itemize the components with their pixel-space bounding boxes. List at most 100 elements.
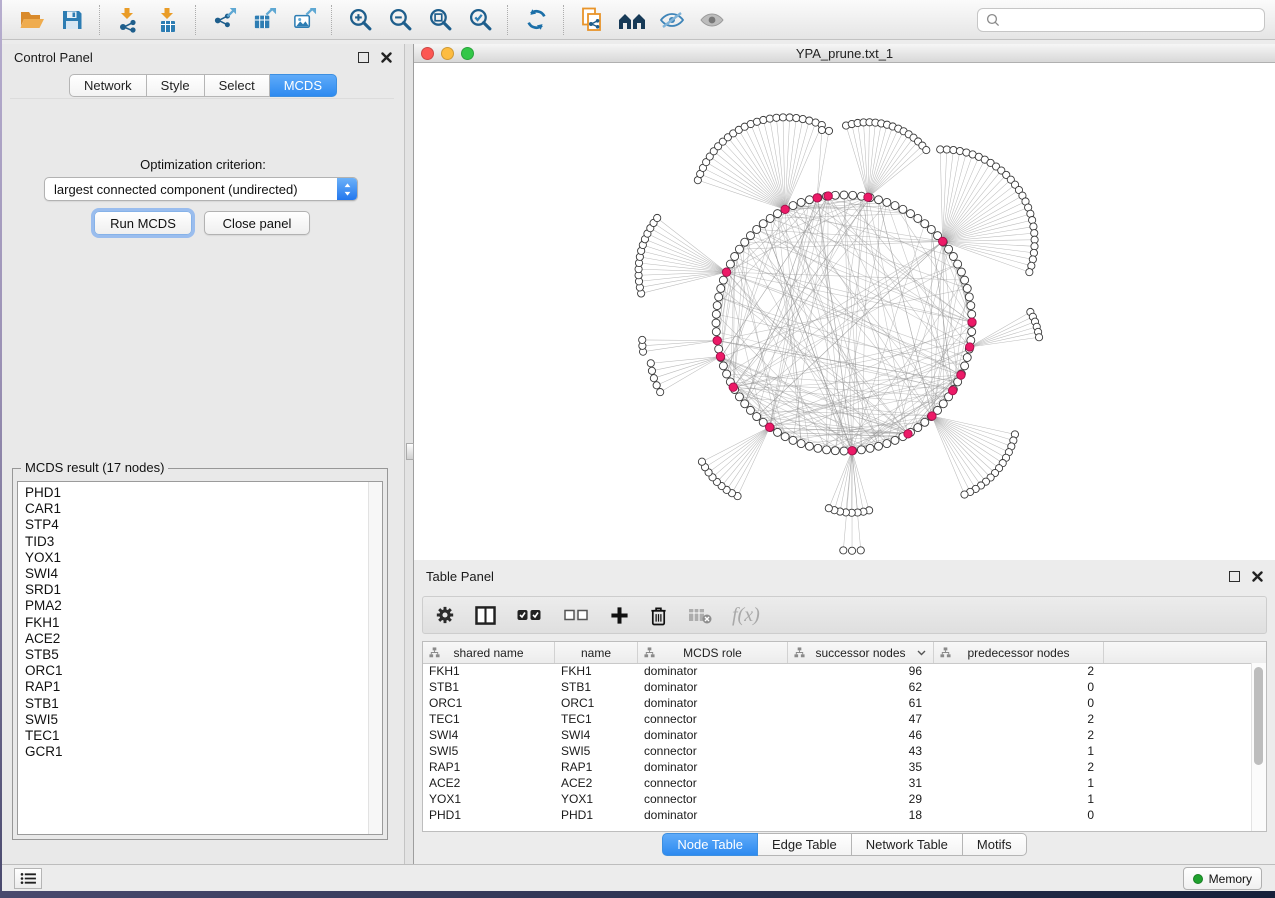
table-row[interactable]: STB1STB1dominator620 xyxy=(423,679,1266,695)
table-row[interactable]: TEC1TEC1connector472 xyxy=(423,711,1266,727)
table-settings-button[interactable] xyxy=(435,605,455,625)
first-neighbors-button[interactable] xyxy=(614,4,650,36)
search-input[interactable] xyxy=(1006,11,1256,28)
table-cell: dominator xyxy=(638,696,788,710)
float-panel-icon[interactable] xyxy=(358,52,369,63)
mcds-node-item[interactable]: SWI4 xyxy=(25,566,382,582)
float-table-panel-icon[interactable] xyxy=(1229,571,1240,582)
deselect-all-rows-button[interactable] xyxy=(563,608,590,622)
mcds-node-item[interactable]: PMA2 xyxy=(25,598,382,614)
columns-icon xyxy=(475,606,496,625)
function-builder-button[interactable]: f(x) xyxy=(732,604,760,627)
tab-edge-table[interactable]: Edge Table xyxy=(758,833,852,856)
zoom-out-icon xyxy=(388,7,413,32)
zoom-in-button[interactable] xyxy=(342,4,378,36)
run-mcds-button[interactable]: Run MCDS xyxy=(94,211,192,235)
table-row[interactable]: ORC1ORC1dominator610 xyxy=(423,695,1266,711)
table-row[interactable]: SWI5SWI5connector431 xyxy=(423,743,1266,759)
table-cell: dominator xyxy=(638,680,788,694)
optimization-label: Optimization criterion: xyxy=(2,157,404,172)
select-all-rows-button[interactable] xyxy=(516,608,543,622)
table-row[interactable]: RAP1RAP1dominator352 xyxy=(423,759,1266,775)
refresh-layout-button[interactable] xyxy=(518,4,554,36)
export-network-button[interactable] xyxy=(206,4,242,36)
first-neighbors-icon xyxy=(618,9,646,31)
table-row[interactable]: YOX1YOX1connector291 xyxy=(423,791,1266,807)
table-row[interactable]: FKH1FKH1dominator962 xyxy=(423,663,1266,679)
show-columns-button[interactable] xyxy=(475,606,496,625)
tab-network[interactable]: Network xyxy=(69,74,147,97)
column-header-predecessor-nodes[interactable]: predecessor nodes xyxy=(934,642,1104,663)
table-row[interactable]: SWI4SWI4dominator462 xyxy=(423,727,1266,743)
table-cell: 2 xyxy=(934,712,1104,726)
mcds-node-item[interactable]: TID3 xyxy=(25,534,382,550)
mcds-node-item[interactable]: STB1 xyxy=(25,696,382,712)
mcds-node-item[interactable]: CAR1 xyxy=(25,501,382,517)
mcds-result-list[interactable]: PHD1CAR1STP4TID3YOX1SWI4SRD1PMA2FKH1ACE2… xyxy=(17,481,383,835)
table-cell: connector xyxy=(638,776,788,790)
tab-style[interactable]: Style xyxy=(147,74,205,97)
table-cell: 0 xyxy=(934,808,1104,822)
mcds-node-item[interactable]: PHD1 xyxy=(25,485,382,501)
export-image-button[interactable] xyxy=(286,4,322,36)
mcds-node-item[interactable]: GCR1 xyxy=(25,744,382,760)
add-row-button[interactable] xyxy=(610,606,629,625)
tab-mcds[interactable]: MCDS xyxy=(270,74,337,97)
tab-select[interactable]: Select xyxy=(205,74,270,97)
mcds-node-item[interactable]: ACE2 xyxy=(25,631,382,647)
table-scrollbar-thumb[interactable] xyxy=(1254,667,1263,765)
export-table-button[interactable] xyxy=(246,4,282,36)
mcds-node-item[interactable]: SRD1 xyxy=(25,582,382,598)
mcds-list-scrollbar[interactable] xyxy=(368,482,382,834)
delete-row-button[interactable] xyxy=(649,605,668,626)
minimize-window-icon[interactable] xyxy=(441,47,454,60)
mcds-node-item[interactable]: ORC1 xyxy=(25,663,382,679)
tab-motifs[interactable]: Motifs xyxy=(963,833,1027,856)
close-window-icon[interactable] xyxy=(421,47,434,60)
table-row[interactable]: ACE2ACE2connector311 xyxy=(423,775,1266,791)
splitter-grip[interactable] xyxy=(406,443,414,460)
close-panel-button[interactable]: Close panel xyxy=(204,211,310,235)
table-cell: connector xyxy=(638,792,788,806)
mcds-node-item[interactable]: TEC1 xyxy=(25,728,382,744)
zoom-selected-button[interactable] xyxy=(462,4,498,36)
memory-button[interactable]: Memory xyxy=(1183,867,1262,890)
column-header-MCDS-role[interactable]: MCDS role xyxy=(638,642,788,663)
mcds-node-item[interactable]: RAP1 xyxy=(25,679,382,695)
table-scrollbar[interactable] xyxy=(1251,663,1266,831)
table-row[interactable]: PHD1PHD1dominator180 xyxy=(423,807,1266,823)
optimization-select[interactable]: largest connected component (undirected) xyxy=(44,177,358,201)
tab-node-table[interactable]: Node Table xyxy=(662,833,758,856)
import-network-button[interactable] xyxy=(110,4,146,36)
zoom-out-button[interactable] xyxy=(382,4,418,36)
maximize-window-icon[interactable] xyxy=(461,47,474,60)
network-window-titlebar[interactable]: YPA_prune.txt_1 xyxy=(414,44,1275,63)
panel-splitter[interactable] xyxy=(404,44,414,864)
control-panel-header: Control Panel xyxy=(2,44,404,70)
shared-column-icon xyxy=(429,647,440,658)
task-history-button[interactable] xyxy=(14,868,42,889)
mcds-node-item[interactable]: YOX1 xyxy=(25,550,382,566)
zoom-fit-button[interactable] xyxy=(422,4,458,36)
tab-network-table[interactable]: Network Table xyxy=(852,833,963,856)
mcds-node-item[interactable]: STP4 xyxy=(25,517,382,533)
hide-selected-button[interactable] xyxy=(654,4,690,36)
mcds-node-item[interactable]: SWI5 xyxy=(25,712,382,728)
network-canvas[interactable] xyxy=(414,63,1275,560)
open-file-button[interactable] xyxy=(14,4,50,36)
save-session-button[interactable] xyxy=(54,4,90,36)
mcds-node-item[interactable]: FKH1 xyxy=(25,615,382,631)
import-table-button[interactable] xyxy=(150,4,186,36)
column-header-name[interactable]: name xyxy=(555,642,638,663)
column-header-shared-name[interactable]: shared name xyxy=(423,642,555,663)
close-panel-icon[interactable] xyxy=(381,52,392,63)
show-all-button[interactable] xyxy=(694,4,730,36)
table-cell: ORC1 xyxy=(555,696,638,710)
mcds-node-item[interactable]: STB5 xyxy=(25,647,382,663)
duplicate-network-button[interactable] xyxy=(574,4,610,36)
delete-table-button[interactable] xyxy=(688,606,712,624)
column-header-successor-nodes[interactable]: successor nodes xyxy=(788,642,934,663)
close-table-panel-icon[interactable] xyxy=(1252,571,1263,582)
checked-boxes-icon xyxy=(516,608,543,622)
search-box[interactable] xyxy=(977,8,1265,32)
